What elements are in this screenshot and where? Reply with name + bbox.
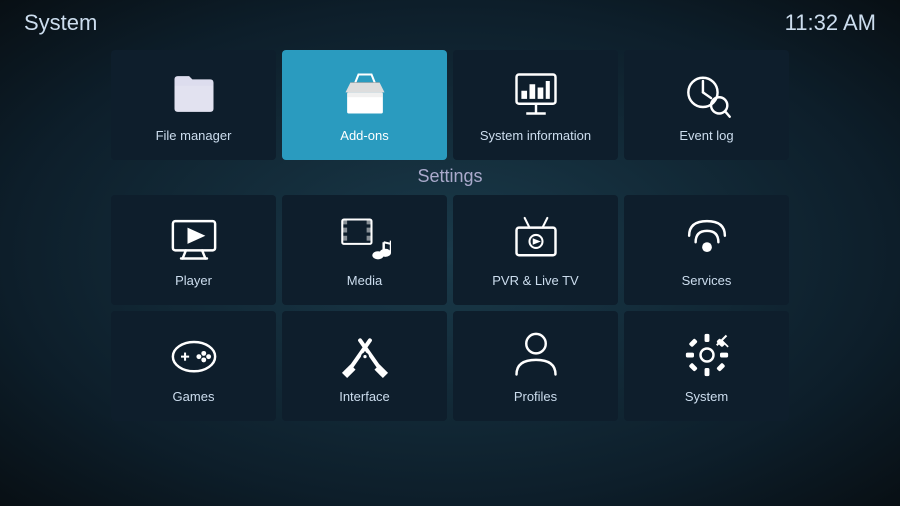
add-ons-label: Add-ons	[340, 128, 388, 143]
interface-icon	[339, 329, 391, 381]
pvr-icon	[510, 213, 562, 265]
system-info-icon	[510, 68, 562, 120]
system-icon	[681, 329, 733, 381]
tile-system-information[interactable]: System information	[453, 50, 618, 160]
top-row: File manager Add-ons	[111, 50, 789, 160]
settings-label: Settings	[417, 166, 482, 187]
tile-interface[interactable]: Interface	[282, 311, 447, 421]
tile-media[interactable]: Media	[282, 195, 447, 305]
tile-file-manager[interactable]: File manager	[111, 50, 276, 160]
folder-icon	[168, 68, 220, 120]
media-label: Media	[347, 273, 382, 288]
main-content: File manager Add-ons	[0, 50, 900, 506]
tile-pvr-live-tv[interactable]: PVR & Live TV	[453, 195, 618, 305]
services-label: Services	[682, 273, 732, 288]
media-icon	[339, 213, 391, 265]
tile-player[interactable]: Player	[111, 195, 276, 305]
player-label: Player	[175, 273, 212, 288]
tile-services[interactable]: Services	[624, 195, 789, 305]
tile-games[interactable]: Games	[111, 311, 276, 421]
interface-label: Interface	[339, 389, 390, 404]
system-information-label: System information	[480, 128, 591, 143]
games-icon	[168, 329, 220, 381]
profiles-icon	[510, 329, 562, 381]
page-title: System	[24, 10, 97, 36]
tile-system[interactable]: System	[624, 311, 789, 421]
top-bar: System 11:32 AM	[0, 0, 900, 46]
player-icon	[168, 213, 220, 265]
services-icon	[681, 213, 733, 265]
tile-profiles[interactable]: Profiles	[453, 311, 618, 421]
clock: 11:32 AM	[785, 10, 876, 36]
pvr-live-tv-label: PVR & Live TV	[492, 273, 578, 288]
addons-icon	[339, 68, 391, 120]
tile-event-log[interactable]: Event log	[624, 50, 789, 160]
event-log-label: Event log	[679, 128, 733, 143]
tile-add-ons[interactable]: Add-ons	[282, 50, 447, 160]
settings-row-1: Player Media	[111, 195, 789, 305]
file-manager-label: File manager	[156, 128, 232, 143]
profiles-label: Profiles	[514, 389, 557, 404]
games-label: Games	[173, 389, 215, 404]
event-log-icon	[681, 68, 733, 120]
system-settings-label: System	[685, 389, 728, 404]
settings-row-2: Games Interface Profiles	[111, 311, 789, 421]
